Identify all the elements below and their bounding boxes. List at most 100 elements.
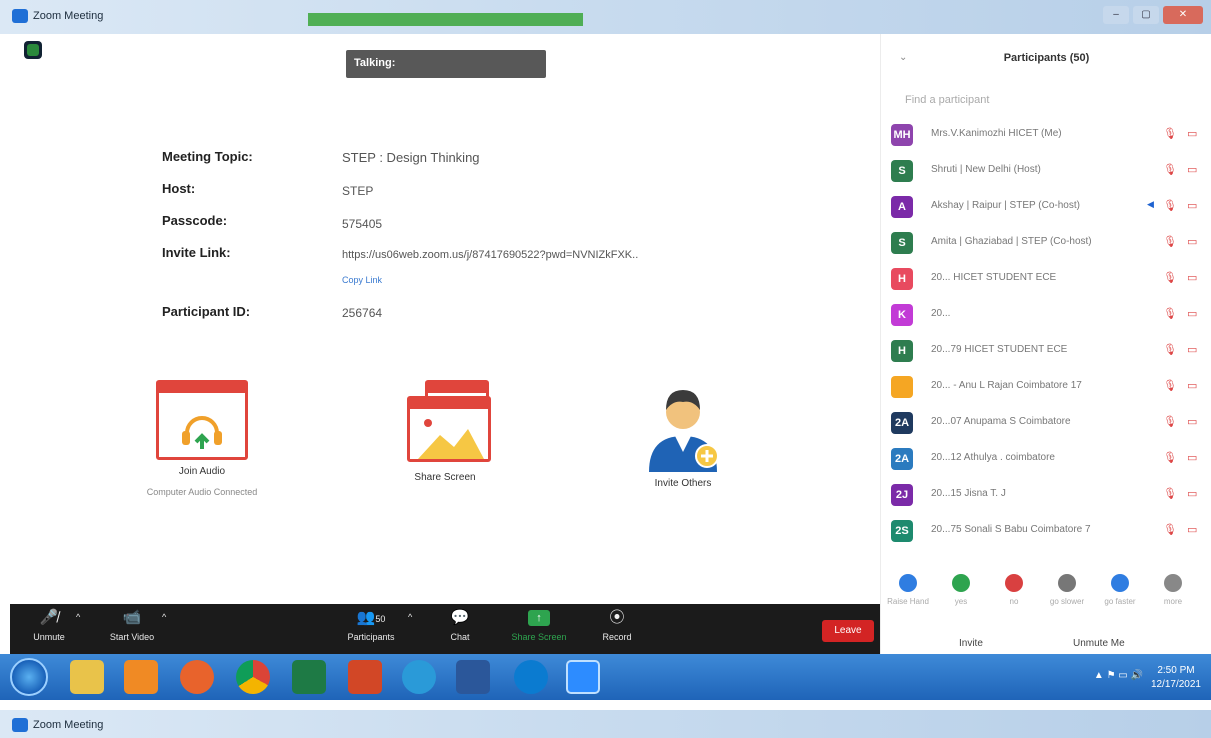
share-screen-arrow-icon: ↑ [528,610,550,626]
participants-options-caret[interactable]: ^ [408,612,412,622]
taskbar-clock[interactable]: 2:50 PM 12/17/2021 [1151,664,1201,692]
start-video-label: Start Video [109,632,155,642]
video-off-icon: ▭ [1187,272,1198,284]
share-screen-action[interactable]: Share Screen [380,380,510,483]
mic-muted-icon: 🎙 [1163,452,1177,464]
unmute-button[interactable]: 🎤̸ Unmute [24,609,74,643]
excel-icon[interactable] [292,660,326,694]
meeting-topic-label: Meeting Topic: [162,149,253,164]
participant-row[interactable]: 2S 20...75 Sonali S Babu Coimbatore 7 🎙 ▭ [891,518,1211,548]
record-button[interactable]: ⦿ Record [594,609,640,643]
participant-id-label: Participant ID: [162,304,251,319]
unmute-label: Unmute [33,632,65,642]
chat-button[interactable]: 💬 Chat [442,610,478,643]
record-icon: ⦿ [609,609,625,626]
audio-status-text: Computer Audio Connected [146,487,258,497]
maximize-icon[interactable]: ▢ [1133,6,1159,24]
participant-row[interactable]: 2A 20...07 Anupama S Coimbatore 🎙 ▭ [891,410,1211,440]
start-button-icon[interactable] [10,658,48,696]
internet-explorer-icon[interactable] [402,660,436,694]
avatar: 2J [891,484,913,506]
participant-row[interactable]: 2J 20...15 Jisna T. J 🎙 ▭ [891,482,1211,512]
participant-row[interactable]: A Akshay | Raipur | STEP (Co-host) ◀ 🎙 ▭ [891,194,1211,224]
minimize-icon[interactable]: – [1103,6,1129,24]
mic-muted-icon: 🎙 [1163,380,1177,392]
mic-muted-icon: 🎤̸ [39,609,59,626]
participant-name: 20...07 Anupama S Coimbatore [931,416,1071,427]
join-audio-button[interactable]: Join Audio Computer Audio Connected [138,380,266,497]
powerpoint-icon[interactable] [348,660,382,694]
reaction-label: Raise Hand [887,597,929,606]
mic-muted-icon: 🎙 [1163,488,1177,500]
leave-button[interactable]: Leave [822,620,874,642]
invite-link-value[interactable]: https://us06web.zoom.us/j/87417690522?pw… [342,249,638,261]
copy-link[interactable]: Copy Link [342,275,382,285]
participant-row[interactable]: MH Mrs.V.Kanimozhi HICET (Me) 🎙 ▭ [891,122,1211,152]
participant-row[interactable]: K 20... 🎙 ▭ [891,302,1211,332]
unmute-me-button[interactable]: Unmute Me [1073,638,1125,649]
avatar: 2S [891,520,913,542]
participant-search-input[interactable]: Find a participant [905,94,989,106]
participant-row[interactable]: H 20... HICET STUDENT ECE 🎙 ▭ [891,266,1211,296]
mic-muted-icon: 🎙 [1163,416,1177,428]
avatar: A [891,196,913,218]
avatar [891,376,913,398]
view-options-icon[interactable] [24,41,42,59]
media-player-icon[interactable] [124,660,158,694]
file-explorer-icon[interactable] [70,660,104,694]
mic-muted-icon: 🎙 [1163,344,1177,356]
firefox-icon[interactable] [180,660,214,694]
word-icon[interactable] [456,660,490,694]
avatar: MH [891,124,913,146]
video-off-icon: ▭ [1187,524,1198,536]
reaction-icon [1111,574,1129,592]
reaction-button[interactable]: no [991,574,1037,606]
mic-muted-icon: 🎙 [1163,272,1177,284]
video-off-icon: ▭ [1187,200,1198,212]
mic-muted-icon: 🎙 [1163,308,1177,320]
reaction-button[interactable]: go faster [1097,574,1143,606]
invite-button[interactable]: Invite [959,638,983,649]
chrome-icon[interactable] [236,660,270,694]
participants-button[interactable]: 👥50 Participants [336,609,406,643]
reaction-button[interactable]: Raise Hand [885,574,931,606]
video-options-caret[interactable]: ^ [162,612,166,622]
participant-row[interactable]: 2A 20...12 Athulya . coimbatore 🎙 ▭ [891,446,1211,476]
close-icon[interactable]: ✕ [1163,6,1203,24]
reaction-button[interactable]: yes [938,574,984,606]
video-off-icon: ▭ [1187,128,1198,140]
zoom-taskbar-icon[interactable] [566,660,600,694]
system-tray-icons[interactable]: ▲ ⚑ ▭ 🔊 [1094,670,1143,681]
meeting-main-area: Talking: Meeting Topic: STEP : Design Th… [0,34,880,604]
audio-options-caret[interactable]: ^ [76,612,80,622]
reaction-button[interactable]: go slower [1044,574,1090,606]
participant-row[interactable]: S Shruti | New Delhi (Host) 🎙 ▭ [891,158,1211,188]
invite-link-label: Invite Link: [162,245,231,260]
participants-icon: 👥50 [356,609,386,626]
mic-muted-icon: 🎙 [1163,164,1177,176]
avatar: S [891,232,913,254]
participant-name: 20... - Anu L Rajan Coimbatore 17 [931,380,1082,391]
reaction-button[interactable]: more [1150,574,1196,606]
share-screen-icon [395,380,495,464]
participant-row[interactable]: S Amita | Ghaziabad | STEP (Co-host) 🎙 ▭ [891,230,1211,260]
reaction-icon [952,574,970,592]
mic-muted-icon: 🎙 [1163,236,1177,248]
invite-others-label: Invite Others [654,478,712,489]
participant-name: 20...75 Sonali S Babu Coimbatore 7 [931,524,1091,535]
start-video-button[interactable]: 📹 Start Video [102,610,162,643]
edge-icon[interactable] [514,660,548,694]
avatar: S [891,160,913,182]
participant-row[interactable]: 20... - Anu L Rajan Coimbatore 17 🎙 ▭ [891,374,1211,404]
avatar: K [891,304,913,326]
meeting-topic-value: STEP : Design Thinking [342,150,480,165]
participant-name: 20... HICET STUDENT ECE [931,272,1057,283]
mic-muted-icon: 🎙 [1163,128,1177,140]
share-screen-button[interactable]: ↑ Share Screen [504,610,574,642]
reaction-icon [1005,574,1023,592]
reaction-icon [1058,574,1076,592]
reaction-label: yes [954,597,968,606]
window-titlebar: Zoom Meeting – ▢ ✕ [0,0,1211,34]
participant-row[interactable]: H 20...79 HICET STUDENT ECE 🎙 ▭ [891,338,1211,368]
invite-others-button[interactable]: Invite Others [628,380,738,489]
